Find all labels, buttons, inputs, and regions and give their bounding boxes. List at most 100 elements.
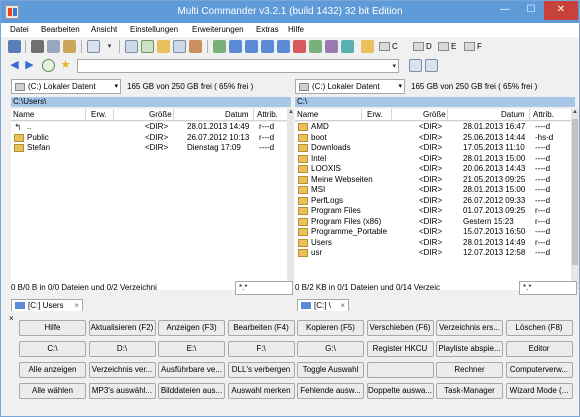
right-path-bar[interactable]: C:\ bbox=[295, 97, 575, 107]
panel-button-ausführbare-ve[interactable]: Ausführbare ve... bbox=[158, 362, 225, 378]
column-ext[interactable]: Erw. bbox=[367, 110, 383, 119]
archive-icon[interactable] bbox=[189, 40, 202, 53]
panel-button-hilfe[interactable]: Hilfe bbox=[19, 320, 86, 336]
panel-button-c[interactable]: C:\ bbox=[19, 341, 86, 357]
file-row[interactable]: Programme_Portable <DIR> 15.07.2013 16:50-… bbox=[295, 227, 571, 237]
column-attr[interactable]: Attrib. bbox=[257, 110, 278, 119]
column-divider[interactable] bbox=[113, 109, 114, 120]
tab-close-icon[interactable]: × bbox=[74, 300, 79, 311]
file-row[interactable]: Downloads <DIR> 17.05.2013 11:10 ----d bbox=[295, 143, 571, 153]
panel-button-empty[interactable] bbox=[366, 362, 434, 378]
forward-arrow-icon[interactable]: ▶ bbox=[23, 59, 36, 72]
drive-c-button[interactable]: C bbox=[379, 40, 398, 53]
right-filter-input[interactable]: *.* bbox=[519, 281, 577, 295]
right-file-list[interactable]: AMD <DIR> 28.01.2013 16:47 ----d boot <DIR> 25… bbox=[295, 122, 571, 290]
menu-bearbeiten[interactable]: Bearbeiten bbox=[41, 25, 80, 34]
file-row[interactable]: Stefan <DIR> Dienstag 17:09 ----d bbox=[11, 143, 287, 153]
panel-button-verzeichnis-ver[interactable]: Verzeichnis ver... bbox=[88, 362, 156, 378]
panel-button-löschen-f8[interactable]: Löschen (F8) bbox=[505, 320, 573, 336]
panel-button-alle-anzeigen[interactable]: Alle anzeigen bbox=[19, 362, 86, 378]
file-row[interactable]: ↰.. <DIR> 28.01.2013 14:49 r---d bbox=[11, 122, 287, 132]
panel-button-toggle-auswahl[interactable]: Toggle Auswahl bbox=[297, 362, 364, 378]
title-bar[interactable]: Multi Commander v3.2.1 (build 1432) 32 b… bbox=[1, 1, 579, 23]
paste-icon[interactable] bbox=[63, 40, 76, 53]
console-icon[interactable] bbox=[425, 59, 438, 72]
panel-button-kopieren-f5[interactable]: Kopieren (F5) bbox=[297, 320, 364, 336]
menu-einstellungen[interactable]: Einstellungen bbox=[130, 25, 178, 34]
file-row[interactable]: Program Files (x86) <DIR> Gestern 15:23 r--… bbox=[295, 217, 571, 227]
tool-icon-7[interactable] bbox=[309, 40, 322, 53]
panel-button-anzeigen-f3[interactable]: Anzeigen (F3) bbox=[158, 320, 225, 336]
panel-button-f[interactable]: F:\ bbox=[227, 341, 295, 357]
file-row[interactable]: Intel <DIR> 28.01.2013 15:00 ----d bbox=[295, 154, 571, 164]
document-edit-icon[interactable] bbox=[173, 40, 186, 53]
left-panel-tab[interactable]: [C:] Users × bbox=[11, 299, 83, 311]
drive-f-button[interactable]: F bbox=[464, 40, 482, 53]
left-file-list[interactable]: ↰.. <DIR> 28.01.2013 14:49 r---d Public <DIR>… bbox=[11, 122, 287, 290]
panel-button-register-hkcu[interactable]: Register HKCU bbox=[366, 341, 434, 357]
favorite-star-icon[interactable]: ★ bbox=[59, 59, 72, 72]
column-ext[interactable]: Erw. bbox=[91, 110, 107, 119]
scroll-up-arrow-icon[interactable]: ▲ bbox=[571, 109, 579, 115]
scrollbar-thumb[interactable] bbox=[572, 119, 578, 265]
file-row[interactable]: boot <DIR> 25.06.2013 14:44 -hs-d bbox=[295, 133, 571, 143]
file-row[interactable]: AMD <DIR> 28.01.2013 16:47 ----d bbox=[295, 122, 571, 132]
layout-dropdown-icon[interactable]: ▾ bbox=[103, 40, 116, 53]
document-icon[interactable] bbox=[125, 40, 138, 53]
column-divider[interactable] bbox=[253, 109, 254, 120]
panel-button-computerverw[interactable]: Computerverw... bbox=[505, 362, 573, 378]
back-arrow-icon[interactable]: ◀ bbox=[8, 59, 21, 72]
tool-icon-2[interactable] bbox=[229, 40, 242, 53]
close-button[interactable]: ✕ bbox=[544, 1, 578, 20]
tool-icon-4[interactable] bbox=[261, 40, 274, 53]
right-panel-tab[interactable]: [C:] \ × bbox=[297, 299, 349, 311]
panel-button-doppelte-auswa[interactable]: Doppelte auswa... bbox=[366, 383, 434, 399]
menu-extras[interactable]: Extras bbox=[256, 25, 279, 34]
run-icon[interactable] bbox=[409, 59, 422, 72]
column-divider[interactable] bbox=[529, 109, 530, 120]
tool-icon-9[interactable] bbox=[341, 40, 354, 53]
maximize-button[interactable]: ☐ bbox=[518, 1, 544, 20]
copy-icon[interactable] bbox=[47, 40, 60, 53]
panel-button-d[interactable]: D:\ bbox=[88, 341, 156, 357]
history-icon[interactable] bbox=[42, 59, 55, 72]
file-row[interactable]: Meine Webseiten <DIR> 21.05.2013 09:25 ----… bbox=[295, 175, 571, 185]
menu-hilfe[interactable]: Hilfe bbox=[288, 25, 304, 34]
folder-add-icon[interactable] bbox=[157, 40, 170, 53]
column-divider[interactable] bbox=[85, 109, 86, 120]
column-date[interactable]: Datum bbox=[225, 110, 249, 119]
column-name[interactable]: Name bbox=[297, 110, 318, 119]
panel-button-g[interactable]: G:\ bbox=[297, 341, 364, 357]
panel-button-bilddateien-aus[interactable]: Bilddateien aus... bbox=[158, 383, 225, 399]
layout-icon[interactable] bbox=[87, 40, 100, 53]
right-drive-select[interactable]: (C:) Lokaler Datent ▾ bbox=[295, 79, 405, 94]
left-path-bar[interactable]: C:\Users\ bbox=[11, 97, 291, 107]
tool-icon-10[interactable] bbox=[361, 40, 374, 53]
file-row[interactable]: Program Files <DIR> 01.07.2013 09:25 r---d bbox=[295, 206, 571, 216]
file-row[interactable]: PerfLogs <DIR> 26.07.2012 09:33 ----d bbox=[295, 196, 571, 206]
tool-icon-6[interactable] bbox=[293, 40, 306, 53]
panel-button-aktualisieren-f2[interactable]: Aktualisieren (F2) bbox=[88, 320, 156, 336]
file-row[interactable]: LOOXIS <DIR> 20.06.2013 14:43 ----d bbox=[295, 164, 571, 174]
right-scrollbar[interactable]: ▲ ▼ bbox=[571, 109, 579, 290]
left-filter-input[interactable]: *.* bbox=[235, 281, 293, 295]
panel-button-fehlende-ausw[interactable]: Fehlende ausw... bbox=[297, 383, 364, 399]
tool-icon-8[interactable] bbox=[325, 40, 338, 53]
column-divider[interactable] bbox=[361, 109, 362, 120]
file-row[interactable]: Users <DIR> 28.01.2013 14:49 r---d bbox=[295, 238, 571, 248]
button-panel-close-icon[interactable]: × bbox=[9, 314, 14, 323]
column-divider[interactable] bbox=[173, 109, 174, 120]
column-attr[interactable]: Attrib. bbox=[533, 110, 554, 119]
tool-icon-3[interactable] bbox=[245, 40, 258, 53]
minimize-button[interactable]: — bbox=[492, 1, 518, 20]
cut-icon[interactable] bbox=[31, 40, 44, 53]
tool-icon-5[interactable] bbox=[277, 40, 290, 53]
panel-button-auswahl-merken[interactable]: Auswahl merken bbox=[227, 383, 295, 399]
panel-button-playliste-abspie[interactable]: Playliste abspie... bbox=[436, 341, 503, 357]
column-name[interactable]: Name bbox=[13, 110, 34, 119]
chevron-down-icon[interactable]: ▾ bbox=[392, 62, 396, 70]
panel-button-rechner[interactable]: Rechner bbox=[436, 362, 503, 378]
drive-d-button[interactable]: D bbox=[413, 40, 432, 53]
command-line-input[interactable]: ▾ bbox=[77, 59, 399, 73]
left-drive-select[interactable]: (C:) Lokaler Datent ▾ bbox=[11, 79, 121, 94]
